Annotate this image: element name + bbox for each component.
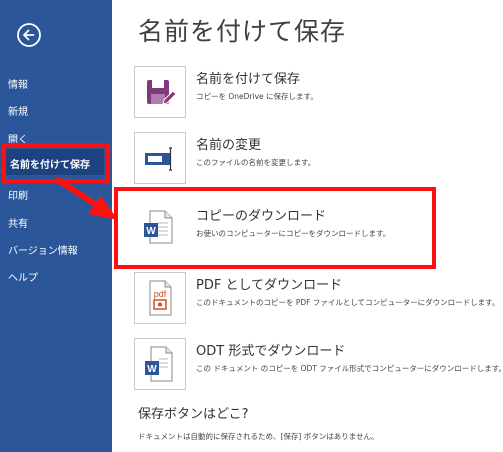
red-arrow-icon [55, 177, 118, 220]
